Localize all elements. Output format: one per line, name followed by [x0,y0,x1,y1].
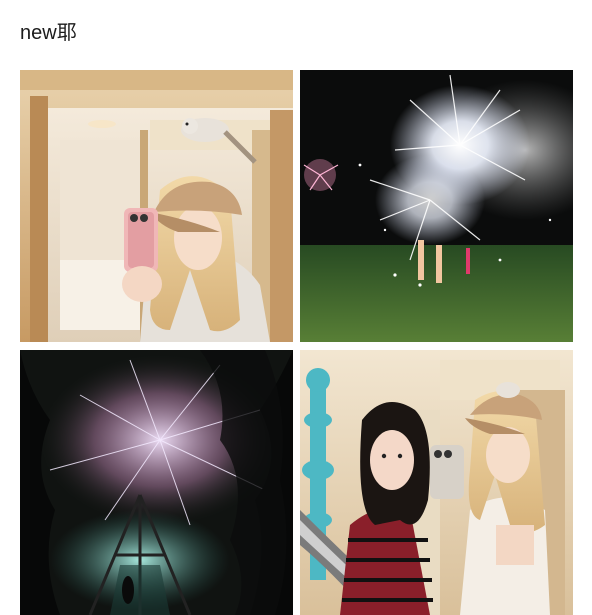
previous-line-fragment: •••• ••• [85,0,195,5]
photo-mirror-selfie-bird-graphic [20,70,293,342]
photo-grid [20,70,573,615]
photo-fireworks-trees-graphic [20,350,293,615]
photo-mirror-selfie-bird[interactable] [20,70,293,342]
photo-fireworks-lawn[interactable] [300,70,573,342]
post-caption: new耶 [20,22,77,44]
photo-friends-mirror[interactable] [300,350,573,615]
photo-fireworks-trees[interactable] [20,350,293,615]
photo-friends-mirror-graphic [300,350,573,615]
photo-fireworks-lawn-graphic [300,70,573,342]
